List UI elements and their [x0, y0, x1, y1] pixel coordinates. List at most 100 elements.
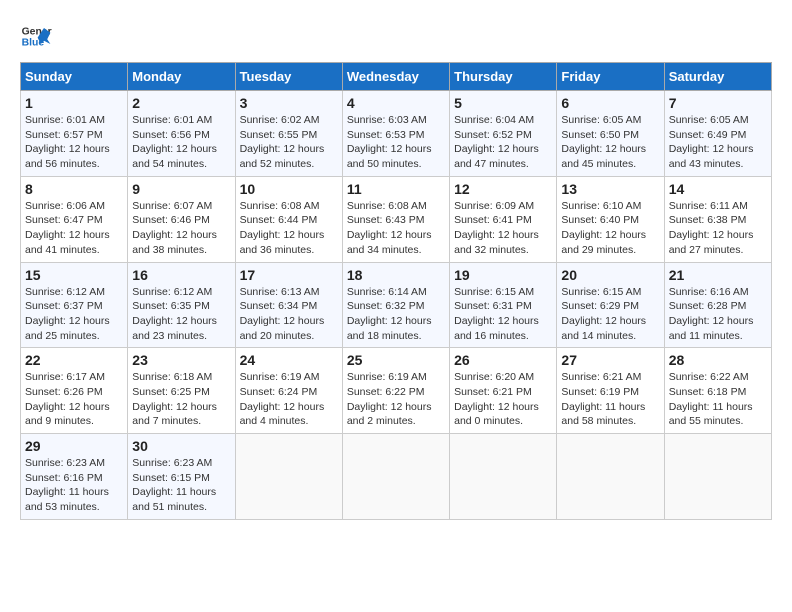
day-number: 13: [561, 181, 659, 197]
day-number: 18: [347, 267, 445, 283]
calendar-cell: 13 Sunrise: 6:10 AMSunset: 6:40 PMDaylig…: [557, 176, 664, 262]
calendar-cell: 4 Sunrise: 6:03 AMSunset: 6:53 PMDayligh…: [342, 91, 449, 177]
calendar-cell: [342, 434, 449, 520]
day-info: Sunrise: 6:21 AMSunset: 6:19 PMDaylight:…: [561, 370, 659, 429]
calendar-cell: 25 Sunrise: 6:19 AMSunset: 6:22 PMDaylig…: [342, 348, 449, 434]
day-info: Sunrise: 6:11 AMSunset: 6:38 PMDaylight:…: [669, 199, 767, 258]
day-info: Sunrise: 6:22 AMSunset: 6:18 PMDaylight:…: [669, 370, 767, 429]
calendar-cell: 6 Sunrise: 6:05 AMSunset: 6:50 PMDayligh…: [557, 91, 664, 177]
calendar-cell: 15 Sunrise: 6:12 AMSunset: 6:37 PMDaylig…: [21, 262, 128, 348]
calendar-cell: 28 Sunrise: 6:22 AMSunset: 6:18 PMDaylig…: [664, 348, 771, 434]
calendar-cell: 8 Sunrise: 6:06 AMSunset: 6:47 PMDayligh…: [21, 176, 128, 262]
day-info: Sunrise: 6:13 AMSunset: 6:34 PMDaylight:…: [240, 285, 338, 344]
calendar-cell: [450, 434, 557, 520]
calendar-table: SundayMondayTuesdayWednesdayThursdayFrid…: [20, 62, 772, 520]
day-info: Sunrise: 6:01 AMSunset: 6:56 PMDaylight:…: [132, 113, 230, 172]
day-info: Sunrise: 6:20 AMSunset: 6:21 PMDaylight:…: [454, 370, 552, 429]
day-number: 12: [454, 181, 552, 197]
calendar-cell: 24 Sunrise: 6:19 AMSunset: 6:24 PMDaylig…: [235, 348, 342, 434]
day-info: Sunrise: 6:17 AMSunset: 6:26 PMDaylight:…: [25, 370, 123, 429]
day-info: Sunrise: 6:12 AMSunset: 6:37 PMDaylight:…: [25, 285, 123, 344]
day-number: 28: [669, 352, 767, 368]
calendar-cell: 1 Sunrise: 6:01 AMSunset: 6:57 PMDayligh…: [21, 91, 128, 177]
calendar-cell: 18 Sunrise: 6:14 AMSunset: 6:32 PMDaylig…: [342, 262, 449, 348]
day-info: Sunrise: 6:09 AMSunset: 6:41 PMDaylight:…: [454, 199, 552, 258]
calendar-cell: 21 Sunrise: 6:16 AMSunset: 6:28 PMDaylig…: [664, 262, 771, 348]
page-header: General Blue: [20, 20, 772, 52]
calendar-cell: [557, 434, 664, 520]
logo: General Blue: [20, 20, 52, 52]
day-info: Sunrise: 6:01 AMSunset: 6:57 PMDaylight:…: [25, 113, 123, 172]
calendar-cell: 9 Sunrise: 6:07 AMSunset: 6:46 PMDayligh…: [128, 176, 235, 262]
day-number: 16: [132, 267, 230, 283]
day-number: 5: [454, 95, 552, 111]
weekday-header-saturday: Saturday: [664, 63, 771, 91]
calendar-cell: 30 Sunrise: 6:23 AMSunset: 6:15 PMDaylig…: [128, 434, 235, 520]
day-info: Sunrise: 6:08 AMSunset: 6:43 PMDaylight:…: [347, 199, 445, 258]
calendar-cell: [664, 434, 771, 520]
calendar-cell: 19 Sunrise: 6:15 AMSunset: 6:31 PMDaylig…: [450, 262, 557, 348]
day-number: 23: [132, 352, 230, 368]
day-info: Sunrise: 6:23 AMSunset: 6:15 PMDaylight:…: [132, 456, 230, 515]
day-number: 6: [561, 95, 659, 111]
day-number: 15: [25, 267, 123, 283]
calendar-cell: 27 Sunrise: 6:21 AMSunset: 6:19 PMDaylig…: [557, 348, 664, 434]
calendar-cell: 20 Sunrise: 6:15 AMSunset: 6:29 PMDaylig…: [557, 262, 664, 348]
day-info: Sunrise: 6:15 AMSunset: 6:31 PMDaylight:…: [454, 285, 552, 344]
calendar-cell: 17 Sunrise: 6:13 AMSunset: 6:34 PMDaylig…: [235, 262, 342, 348]
day-number: 26: [454, 352, 552, 368]
calendar-cell: 16 Sunrise: 6:12 AMSunset: 6:35 PMDaylig…: [128, 262, 235, 348]
day-info: Sunrise: 6:18 AMSunset: 6:25 PMDaylight:…: [132, 370, 230, 429]
day-info: Sunrise: 6:06 AMSunset: 6:47 PMDaylight:…: [25, 199, 123, 258]
day-info: Sunrise: 6:02 AMSunset: 6:55 PMDaylight:…: [240, 113, 338, 172]
weekday-header-friday: Friday: [557, 63, 664, 91]
weekday-header-sunday: Sunday: [21, 63, 128, 91]
calendar-cell: 22 Sunrise: 6:17 AMSunset: 6:26 PMDaylig…: [21, 348, 128, 434]
day-info: Sunrise: 6:08 AMSunset: 6:44 PMDaylight:…: [240, 199, 338, 258]
calendar-cell: 3 Sunrise: 6:02 AMSunset: 6:55 PMDayligh…: [235, 91, 342, 177]
day-info: Sunrise: 6:12 AMSunset: 6:35 PMDaylight:…: [132, 285, 230, 344]
day-number: 19: [454, 267, 552, 283]
day-info: Sunrise: 6:05 AMSunset: 6:49 PMDaylight:…: [669, 113, 767, 172]
day-number: 25: [347, 352, 445, 368]
day-number: 27: [561, 352, 659, 368]
calendar-cell: 29 Sunrise: 6:23 AMSunset: 6:16 PMDaylig…: [21, 434, 128, 520]
weekday-header-wednesday: Wednesday: [342, 63, 449, 91]
day-number: 7: [669, 95, 767, 111]
day-number: 2: [132, 95, 230, 111]
day-number: 11: [347, 181, 445, 197]
day-info: Sunrise: 6:03 AMSunset: 6:53 PMDaylight:…: [347, 113, 445, 172]
day-number: 30: [132, 438, 230, 454]
logo-icon: General Blue: [20, 20, 52, 52]
day-info: Sunrise: 6:15 AMSunset: 6:29 PMDaylight:…: [561, 285, 659, 344]
calendar-cell: 12 Sunrise: 6:09 AMSunset: 6:41 PMDaylig…: [450, 176, 557, 262]
calendar-cell: 26 Sunrise: 6:20 AMSunset: 6:21 PMDaylig…: [450, 348, 557, 434]
weekday-header-thursday: Thursday: [450, 63, 557, 91]
calendar-cell: 5 Sunrise: 6:04 AMSunset: 6:52 PMDayligh…: [450, 91, 557, 177]
day-info: Sunrise: 6:16 AMSunset: 6:28 PMDaylight:…: [669, 285, 767, 344]
day-number: 8: [25, 181, 123, 197]
calendar-cell: [235, 434, 342, 520]
day-number: 20: [561, 267, 659, 283]
day-info: Sunrise: 6:04 AMSunset: 6:52 PMDaylight:…: [454, 113, 552, 172]
day-number: 17: [240, 267, 338, 283]
day-info: Sunrise: 6:19 AMSunset: 6:22 PMDaylight:…: [347, 370, 445, 429]
day-number: 24: [240, 352, 338, 368]
day-info: Sunrise: 6:10 AMSunset: 6:40 PMDaylight:…: [561, 199, 659, 258]
calendar-cell: 7 Sunrise: 6:05 AMSunset: 6:49 PMDayligh…: [664, 91, 771, 177]
calendar-cell: 10 Sunrise: 6:08 AMSunset: 6:44 PMDaylig…: [235, 176, 342, 262]
day-info: Sunrise: 6:19 AMSunset: 6:24 PMDaylight:…: [240, 370, 338, 429]
day-number: 22: [25, 352, 123, 368]
calendar-cell: 11 Sunrise: 6:08 AMSunset: 6:43 PMDaylig…: [342, 176, 449, 262]
day-number: 1: [25, 95, 123, 111]
day-number: 21: [669, 267, 767, 283]
weekday-header-monday: Monday: [128, 63, 235, 91]
calendar-cell: 14 Sunrise: 6:11 AMSunset: 6:38 PMDaylig…: [664, 176, 771, 262]
weekday-header-tuesday: Tuesday: [235, 63, 342, 91]
day-info: Sunrise: 6:14 AMSunset: 6:32 PMDaylight:…: [347, 285, 445, 344]
day-number: 29: [25, 438, 123, 454]
day-info: Sunrise: 6:07 AMSunset: 6:46 PMDaylight:…: [132, 199, 230, 258]
calendar-cell: 2 Sunrise: 6:01 AMSunset: 6:56 PMDayligh…: [128, 91, 235, 177]
day-number: 9: [132, 181, 230, 197]
day-number: 10: [240, 181, 338, 197]
